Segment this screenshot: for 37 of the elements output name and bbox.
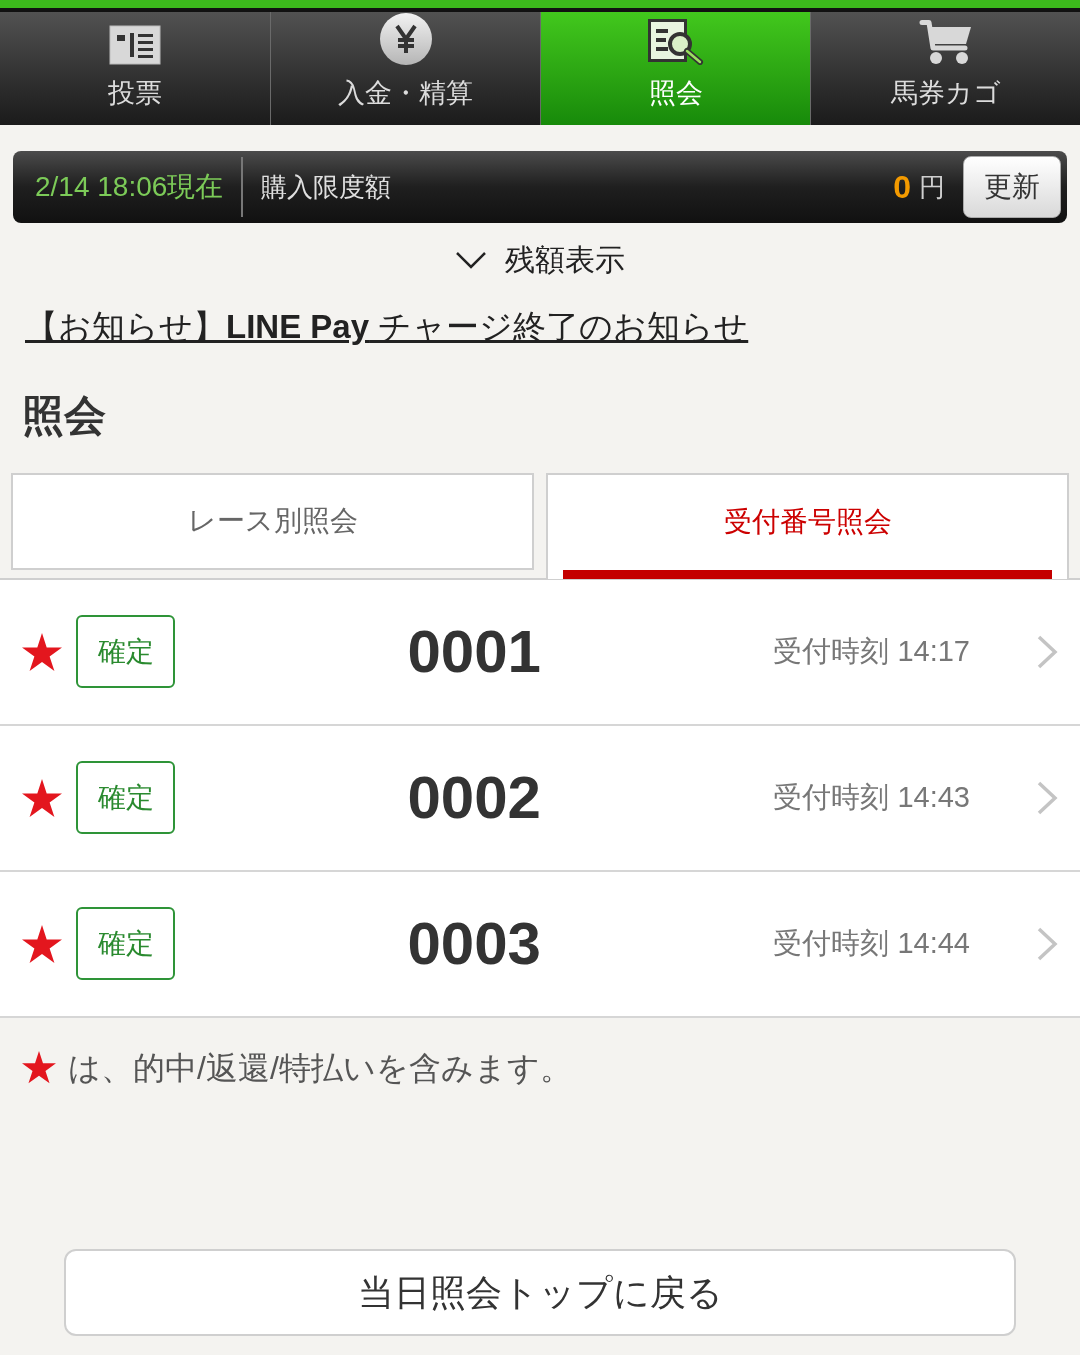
nav-tab[interactable]: 投票 [0,12,270,125]
chevron-right-icon [1036,779,1058,816]
chevron-right-icon [1036,925,1058,962]
page-heading: 照会 [22,390,106,441]
yen-coin-icon [379,12,432,65]
receipt-number: 0001 [407,616,541,687]
limit-label: 購入限度額 [260,170,392,204]
status-badge: 確定 [76,615,175,688]
receipt-time: 受付時刻 14:43 [773,779,970,815]
timestamp-text: 2/14 18:06現在 [34,170,225,204]
shopping-cart-icon [918,18,973,65]
receipt-row[interactable]: 確定 0002 受付時刻 14:43 [0,725,1080,872]
chevron-right-icon [1036,633,1058,670]
nav-tab[interactable]: 馬券カゴ [810,12,1080,125]
chevron-icon [455,250,487,269]
inquiry-tab[interactable]: 受付番号照会 [546,472,1069,579]
receipt-row[interactable]: 確定 0003 受付時刻 14:44 [0,871,1080,1018]
status-badge: 確定 [76,761,175,834]
star-icon [22,1051,56,1084]
inquiry-tab[interactable]: レース別照会 [11,472,534,570]
currency-unit: 円 [919,170,945,204]
nav-tab[interactable]: 入金・精算 [270,12,540,125]
status-badge: 確定 [76,907,175,980]
receipt-time: 受付時刻 14:44 [773,925,970,961]
refresh-button[interactable]: 更新 [963,156,1061,218]
ballot-card-icon [109,24,161,65]
back-to-top-button[interactable]: 当日照会トップに戻る [64,1249,1016,1336]
limit-amount: 0 [893,168,911,207]
legend-text: は、的中/返還/特払いを含みます。 [68,1048,572,1088]
notice-link[interactable]: 【お知らせ】LINE Pay チャージ終了のお知らせ [25,308,749,345]
nav-tab[interactable]: 照会 [540,12,810,125]
receipt-number: 0003 [407,908,541,979]
balance-toggle[interactable]: 残額表示 [455,237,625,282]
document-magnifier-icon [647,18,704,65]
receipt-row[interactable]: 確定 0001 受付時刻 14:17 [0,579,1080,726]
receipt-number: 0002 [407,762,541,833]
receipt-time: 受付時刻 14:17 [773,633,970,669]
